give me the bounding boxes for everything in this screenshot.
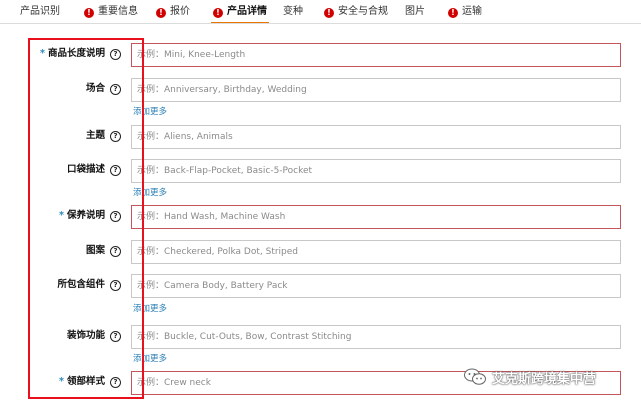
wechat-icon — [464, 368, 486, 385]
add-more-link[interactable]: 添加更多 — [133, 105, 167, 117]
pattern-input[interactable] — [131, 240, 621, 264]
field-label: 主题? — [86, 125, 121, 147]
decorative-features-input[interactable] — [131, 325, 621, 349]
field-row-item-length: * 商品长度说明? — [0, 43, 641, 67]
tab-label: 产品详情 — [227, 6, 267, 17]
tab-product-details[interactable]: ! 产品详情 — [211, 0, 269, 24]
tab-safety-compliance[interactable]: ! 安全与合规 — [324, 0, 388, 24]
pocket-description-input[interactable] — [131, 159, 621, 183]
field-row-pattern: 图案? — [0, 240, 641, 264]
add-more-link[interactable]: 添加更多 — [133, 186, 167, 198]
help-icon[interactable]: ? — [110, 211, 121, 222]
help-icon[interactable]: ? — [110, 246, 121, 257]
tab-label: 变种 — [283, 6, 303, 17]
add-more-link[interactable]: 添加更多 — [133, 352, 167, 364]
tab-bar: 产品识别 ! 重要信息 ! 报价 ! 产品详情 变种 ! 安全与合规 图片 ! 运输 — [0, 0, 641, 24]
occasion-input[interactable] — [131, 78, 621, 102]
field-label: 装饰功能? — [67, 325, 121, 347]
tab-label: 重要信息 — [98, 6, 138, 17]
help-icon[interactable]: ? — [110, 331, 121, 342]
help-icon[interactable]: ? — [110, 49, 121, 60]
required-marker: * — [40, 48, 45, 59]
tab-vital-info[interactable]: ! 重要信息 — [84, 0, 138, 24]
field-row-occasion: 场合? — [0, 78, 641, 102]
included-components-input[interactable] — [131, 274, 621, 298]
field-label: * 保养说明? — [59, 205, 121, 227]
tab-product-identity[interactable]: 产品识别 — [20, 0, 60, 24]
tab-images[interactable]: 图片 — [405, 0, 425, 24]
field-row-decorative-features: 装饰功能? — [0, 325, 641, 349]
tab-label: 产品识别 — [20, 6, 60, 17]
field-label: * 领部样式? — [59, 371, 121, 393]
theme-input[interactable] — [131, 125, 621, 149]
item-length-input[interactable] — [131, 43, 621, 67]
tab-label: 运输 — [462, 6, 482, 17]
tab-label: 安全与合规 — [338, 6, 388, 17]
tab-shipping[interactable]: ! 运输 — [448, 0, 482, 24]
field-label: 口袋描述? — [67, 159, 121, 181]
field-label: 所包含组件? — [57, 274, 121, 296]
field-row-theme: 主题? — [0, 125, 641, 149]
required-marker: * — [59, 210, 64, 221]
help-icon[interactable]: ? — [110, 280, 121, 291]
field-label: 图案? — [86, 240, 121, 262]
watermark: 艾克斯跨境集中营 — [464, 366, 596, 388]
alert-icon: ! — [156, 8, 166, 18]
alert-icon: ! — [84, 8, 94, 18]
field-row-pocket-description: 口袋描述? — [0, 159, 641, 183]
add-more-link[interactable]: 添加更多 — [133, 302, 167, 314]
field-row-care-instructions: * 保养说明? — [0, 205, 641, 229]
tab-divider — [0, 23, 641, 24]
tab-offer[interactable]: ! 报价 — [156, 0, 190, 24]
help-icon[interactable]: ? — [110, 131, 121, 142]
help-icon[interactable]: ? — [110, 84, 121, 95]
field-label: * 商品长度说明? — [40, 43, 121, 65]
watermark-text: 艾克斯跨境集中营 — [492, 371, 597, 387]
tab-variations[interactable]: 变种 — [283, 0, 303, 24]
required-marker: * — [59, 376, 64, 387]
care-instructions-input[interactable] — [131, 205, 621, 229]
tab-label: 图片 — [405, 6, 425, 17]
help-icon[interactable]: ? — [110, 377, 121, 388]
alert-icon: ! — [324, 8, 334, 18]
field-row-included-components: 所包含组件? — [0, 274, 641, 298]
tab-label: 报价 — [170, 6, 190, 17]
alert-icon: ! — [213, 8, 223, 18]
help-icon[interactable]: ? — [110, 165, 121, 176]
alert-icon: ! — [448, 8, 458, 18]
field-label: 场合? — [86, 78, 121, 100]
